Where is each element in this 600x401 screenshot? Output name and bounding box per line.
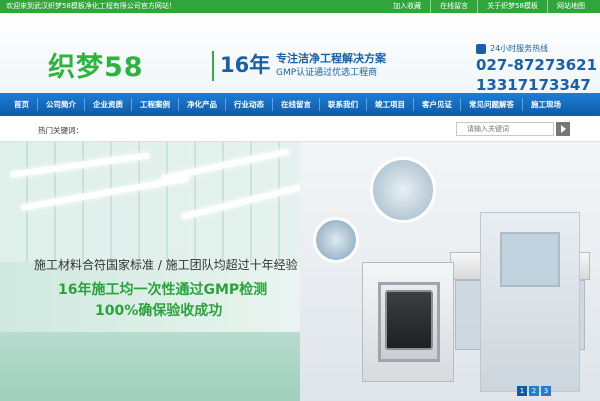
search-bar: 热门关键词： xyxy=(0,116,600,142)
top-bar: 欢迎来到武汉织梦58模板净化工程有限公司官方网站！ 加入收藏 在线留言 关于织梦… xyxy=(0,0,600,13)
banner-pager: 1 2 3 xyxy=(517,386,553,396)
nav-item-faq[interactable]: 常见问题解答 xyxy=(461,98,523,111)
play-arrow-icon xyxy=(560,125,566,133)
banner-text-line-3: 100%确保验收成功 xyxy=(95,303,223,319)
add-favorite-link[interactable]: 加入收藏 xyxy=(384,0,430,13)
search-button[interactable] xyxy=(556,122,570,136)
door-window xyxy=(500,232,560,287)
nav-item-cases[interactable]: 工程案例 xyxy=(132,98,179,111)
pager-dot-1[interactable]: 1 xyxy=(517,386,527,396)
pager-dot-3[interactable]: 3 xyxy=(541,386,551,396)
workers-photo-circle xyxy=(370,157,436,223)
lab-photo-circle xyxy=(313,217,359,263)
phone-number-2: 13317173347 xyxy=(476,76,591,94)
nav-item-completed-projects[interactable]: 竣工项目 xyxy=(367,98,414,111)
nav-item-home[interactable]: 首页 xyxy=(6,98,38,111)
site-logo[interactable]: 织梦58 xyxy=(48,45,144,84)
welcome-text: 欢迎来到武汉织梦58模板净化工程有限公司官方网站！ xyxy=(6,2,176,10)
top-links: 加入收藏 在线留言 关于织梦58模板 网站地图 xyxy=(384,0,594,13)
nav-item-news[interactable]: 行业动态 xyxy=(226,98,273,111)
phone-icon xyxy=(476,43,486,54)
pass-box-window xyxy=(385,290,433,350)
banner-text-line-2: 16年施工均一次性通过GMP检测 xyxy=(58,282,268,298)
hotline-block: 24小时服务热线 027-87273621 13317173347 xyxy=(476,43,597,94)
header: 织梦58 16年 专注洁净工程解决方案 GMP认证通过优选工程商 24小时服务热… xyxy=(0,13,600,94)
hot-keywords-label: 热门关键词： xyxy=(38,126,83,135)
nav-item-message[interactable]: 在线留言 xyxy=(273,98,320,111)
phone-number-1: 027-87273621 xyxy=(476,56,598,74)
nav-item-about[interactable]: 公司简介 xyxy=(38,98,85,111)
nav-item-contact[interactable]: 联系我们 xyxy=(320,98,367,111)
main-nav: 首页 公司简介 企业资质 工程案例 净化产品 行业动态 在线留言 联系我们 竣工… xyxy=(0,93,600,116)
search-input[interactable] xyxy=(456,122,554,136)
online-message-link[interactable]: 在线留言 xyxy=(430,0,477,13)
about-link[interactable]: 关于织梦58模板 xyxy=(477,0,547,13)
sitemap-link[interactable]: 网站地图 xyxy=(547,0,594,13)
slogan-line-2: GMP认证通过优选工程商 xyxy=(276,68,378,78)
hotline-label: 24小时服务热线 xyxy=(490,44,549,53)
pager-dot-2[interactable]: 2 xyxy=(529,386,539,396)
cleanroom-floor xyxy=(0,332,330,401)
header-divider xyxy=(212,51,214,81)
years-badge: 16年 xyxy=(220,53,271,77)
nav-item-products[interactable]: 净化产品 xyxy=(179,98,226,111)
slogan-line-1: 专注洁净工程解决方案 xyxy=(276,52,386,65)
nav-item-testimonials[interactable]: 客户见证 xyxy=(414,98,461,111)
nav-item-construction-site[interactable]: 施工现场 xyxy=(523,98,569,111)
nav-item-qualifications[interactable]: 企业资质 xyxy=(85,98,132,111)
banner-text-line-1: 施工材料合符国家标准 / 施工团队均超过十年经验 xyxy=(34,258,298,272)
